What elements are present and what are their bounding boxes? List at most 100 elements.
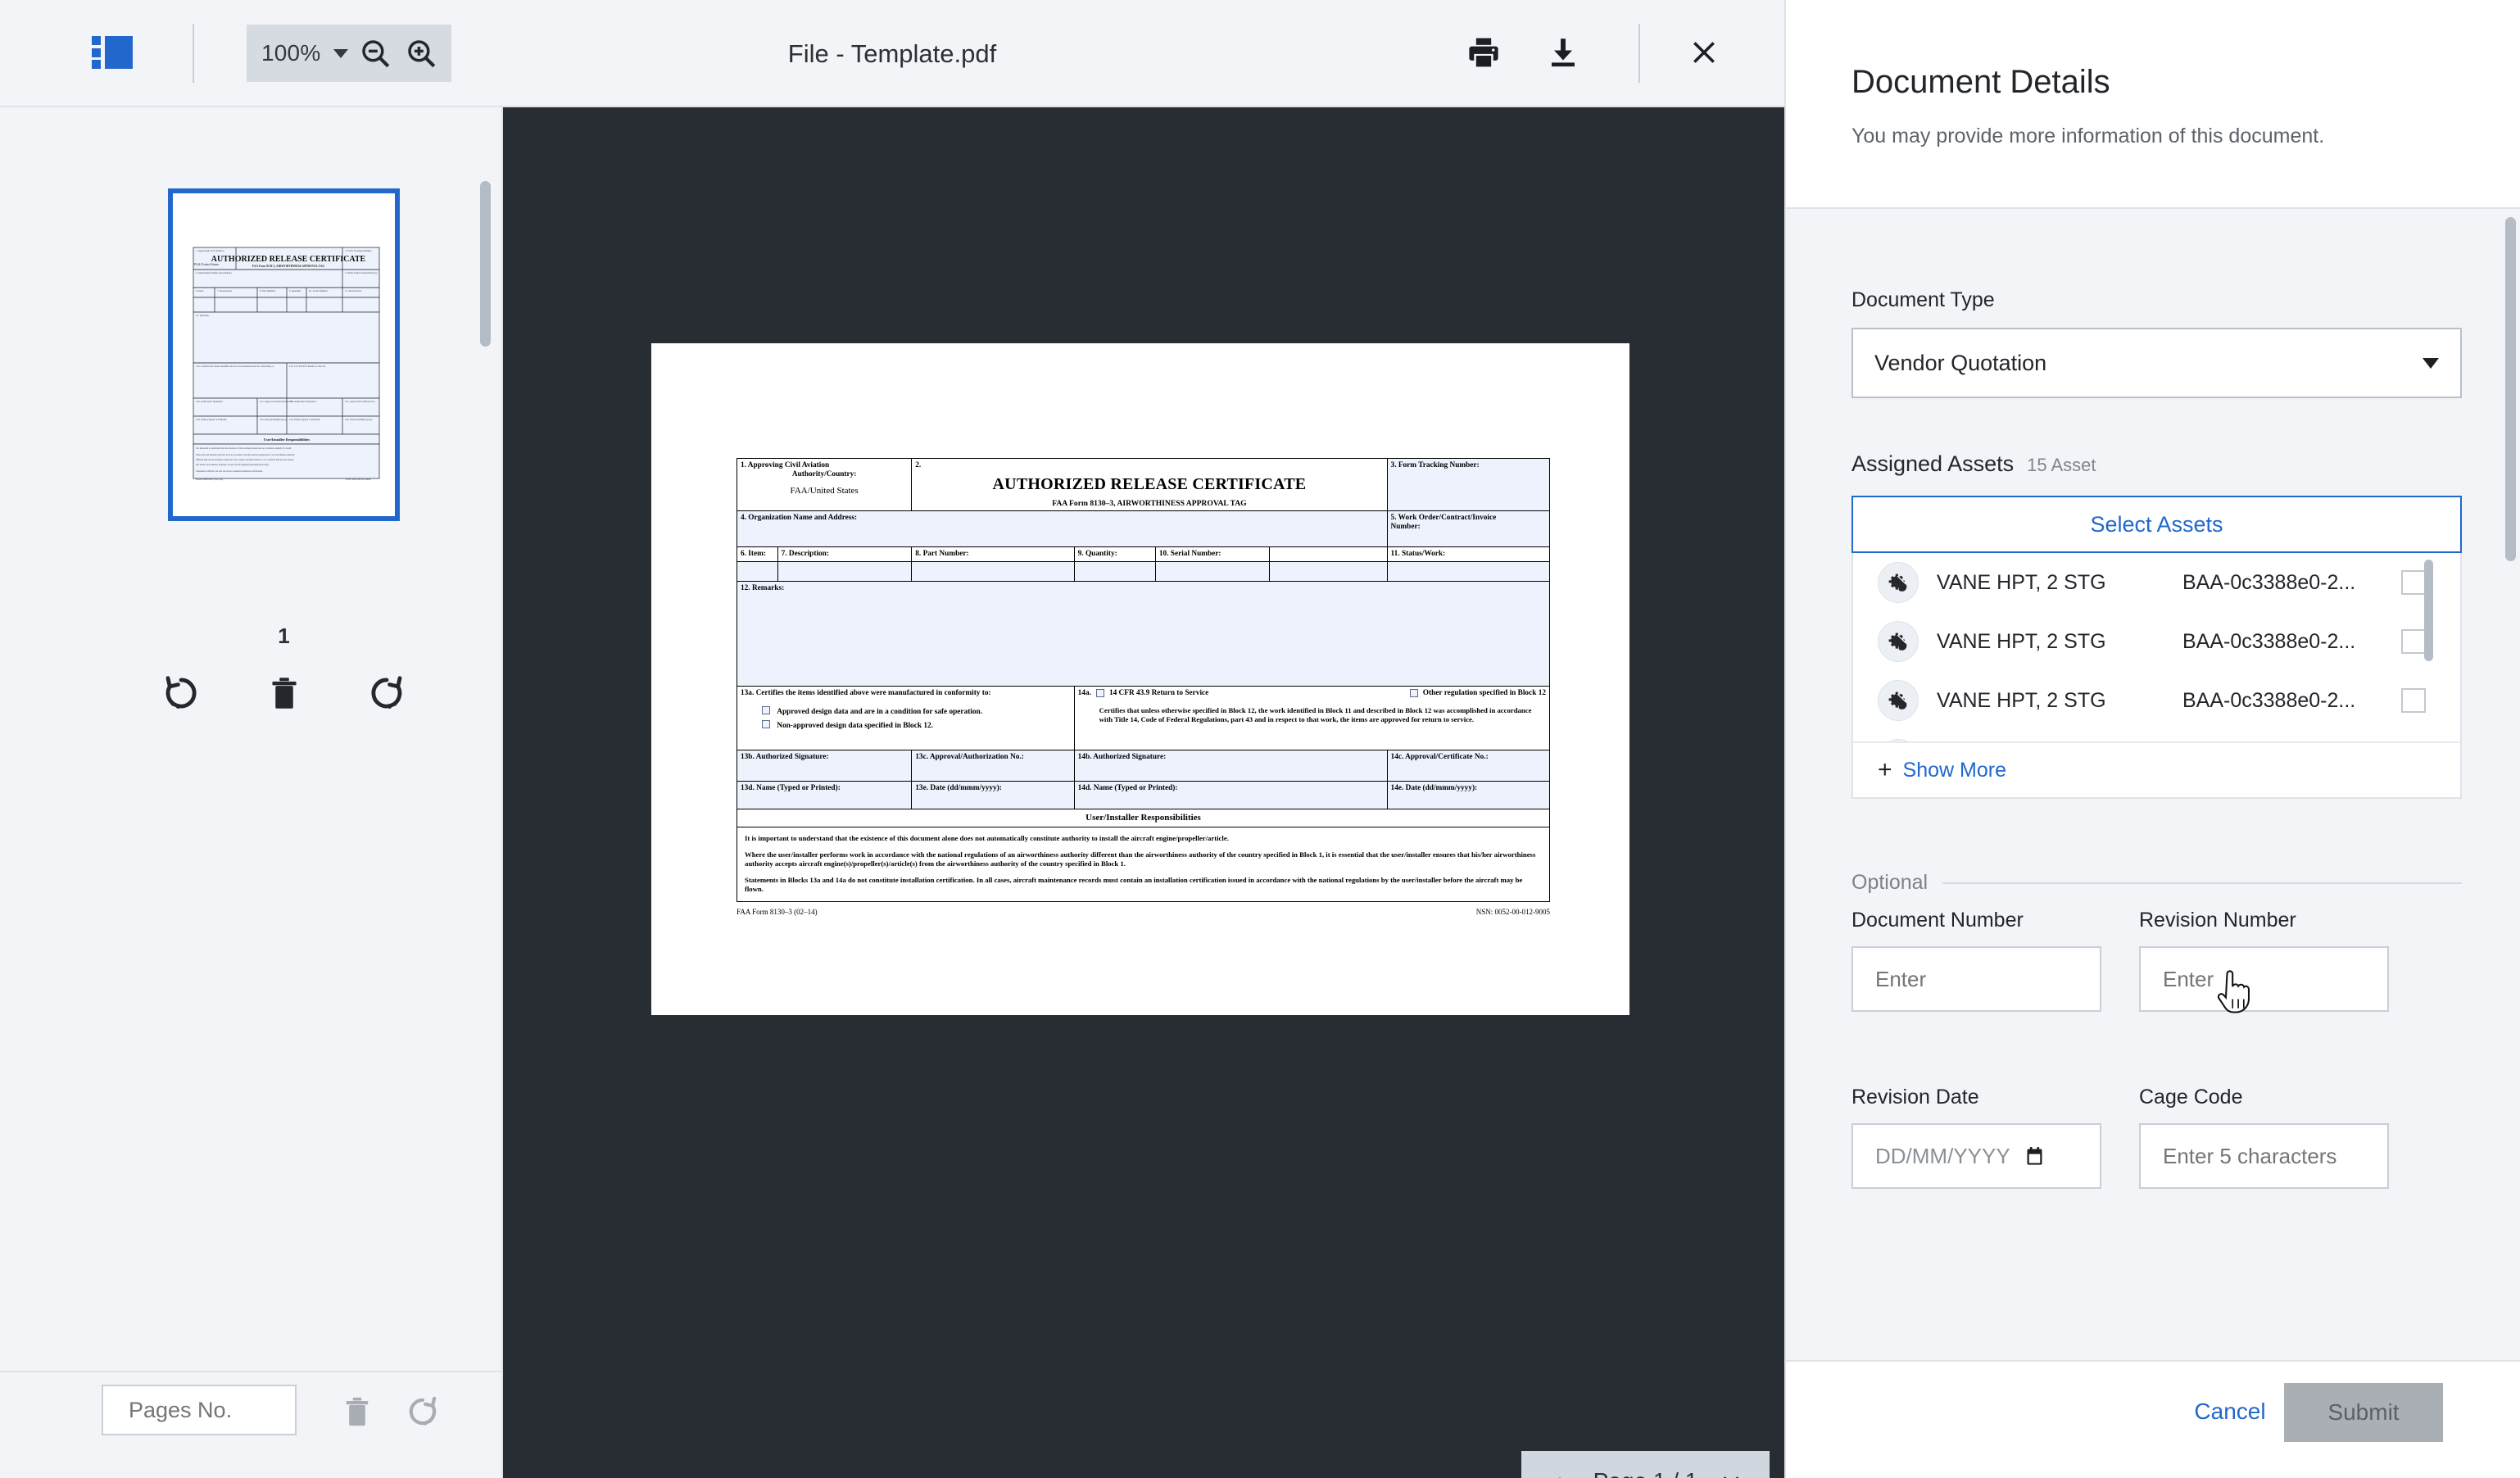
viewer-toolbar: 100% File - Template.pdf <box>0 0 1784 107</box>
engine-part-icon <box>1878 680 1919 721</box>
document-details-panel: Document Details You may provide more in… <box>1784 0 2520 1478</box>
plus-icon: + <box>1878 756 1892 783</box>
asset-name: VANE HPT, 2 STG <box>1937 570 2106 594</box>
show-more-button[interactable]: + Show More <box>1851 741 2462 799</box>
asset-checkbox[interactable] <box>2401 629 2426 654</box>
thumbnail-scrollbar[interactable] <box>480 181 491 347</box>
trash-icon[interactable] <box>259 668 310 719</box>
revision-date-placeholder: DD/MM/YYYY <box>1875 1143 2010 1168</box>
page-indicator: Page 1 / 1 <box>1593 1468 1698 1478</box>
document-canvas: 1. Approving Civil Aviation Authority/Co… <box>503 107 1784 1478</box>
toolbar-divider <box>1638 24 1640 83</box>
trash-icon[interactable] <box>336 1390 378 1433</box>
block14c-label: 14c. Approval/Certificate No.: <box>1390 752 1489 761</box>
block13d-label: 13d. Name (Typed or Printed): <box>741 783 841 792</box>
download-icon[interactable] <box>1540 29 1586 75</box>
svg-text:9. Quantity:: 9. Quantity: <box>289 289 301 292</box>
rotate-right-icon[interactable] <box>361 668 412 719</box>
list-item[interactable]: VANE HPT, 2 STG BAA-0c3388e0-2... <box>1853 730 2460 741</box>
block14a-checkbox-1[interactable] <box>1095 688 1104 697</box>
block13e-label: 13e. Date (dd/mmm/yyyy): <box>915 783 1002 792</box>
block13a-option-2: Non-approved design data specified in Bl… <box>777 721 933 730</box>
assigned-assets-count: 15 Asset <box>2027 455 2096 475</box>
responsibilities-p3: Statements in Blocks 13a and 14a do not … <box>745 876 1523 894</box>
list-item[interactable]: VANE HPT, 2 STG BAA-0c3388e0-2... <box>1853 553 2460 612</box>
zoom-level-value: 100% <box>261 40 321 66</box>
rotate-right-icon[interactable] <box>401 1390 444 1433</box>
svg-text:It is important to understand: It is important to understand that the e… <box>196 447 292 450</box>
list-item[interactable]: VANE HPT, 2 STG BAA-0c3388e0-2... <box>1853 671 2460 730</box>
block10-label: 10. Serial Number: <box>1158 549 1221 558</box>
sidebar-panel-icon[interactable] <box>92 33 133 72</box>
print-icon[interactable] <box>1461 29 1507 75</box>
calendar-icon[interactable] <box>2024 1145 2046 1167</box>
table-row: 6. Item: 7. Description: 8. Part Number:… <box>737 546 1551 562</box>
cage-code-label: Cage Code <box>2139 1086 2243 1108</box>
svg-text:that his/her airworthiness aut: that his/her airworthiness authority acc… <box>196 464 270 466</box>
list-item[interactable]: VANE HPT, 2 STG BAA-0c3388e0-2... <box>1853 612 2460 671</box>
cancel-button[interactable]: Cancel <box>2177 1389 2283 1435</box>
faa-form-8130-3: 1. Approving Civil Aviation Authority/Co… <box>736 458 1551 1007</box>
table-row: 13d. Name (Typed or Printed): 13e. Date … <box>736 780 1551 809</box>
zoom-in-icon[interactable] <box>402 34 440 72</box>
block6-label: 6. Item: <box>741 549 766 558</box>
engine-part-icon <box>1878 562 1919 603</box>
block14a-checkbox-2[interactable] <box>1409 688 1418 697</box>
asset-name: VANE HPT, 2 STG <box>1937 629 2106 653</box>
page-navigation: Page 1 / 1 <box>1521 1451 1770 1478</box>
document-number-field[interactable] <box>1851 946 2101 1012</box>
svg-text:AUTHORIZED RELEASE CERTIFICATE: AUTHORIZED RELEASE CERTIFICATE <box>211 255 366 264</box>
close-icon[interactable] <box>1681 29 1727 75</box>
block14a-label: 14a. <box>1077 688 1091 697</box>
assets-list: VANE HPT, 2 STG BAA-0c3388e0-2... VANE H… <box>1851 553 2462 741</box>
block1-label: 1. Approving Civil Aviation <box>741 461 830 469</box>
sidebar-toggle-dot <box>92 36 101 45</box>
block1-label2: Authority/Country: <box>791 469 857 478</box>
chevron-down-icon[interactable] <box>333 48 349 58</box>
block13a-checkbox-2[interactable] <box>762 719 770 728</box>
revision-number-field[interactable] <box>2139 946 2389 1012</box>
svg-text:6. Item:: 6. Item: <box>196 289 204 292</box>
sidebar-toggle-dots <box>92 36 101 69</box>
chevron-up-icon[interactable] <box>1546 1467 1574 1478</box>
page-subtitle: You may provide more information of this… <box>1851 125 2325 147</box>
page-title: Document Details <box>1851 64 2110 100</box>
responsibilities-p2: Where the user/installer performs work i… <box>745 850 1536 868</box>
form-footer: FAA Form 8130–3 (02–14) NSN: 0052-00-012… <box>737 902 1550 917</box>
svg-text:7. Description:: 7. Description: <box>217 289 233 292</box>
svg-text:13d. Name (Typed or Printed):: 13d. Name (Typed or Printed): <box>196 418 227 421</box>
divider <box>1942 882 2462 884</box>
cage-code-field[interactable] <box>2139 1123 2389 1189</box>
page-thumbnail[interactable]: AUTHORIZED RELEASE CERTIFICATE FAA Form … <box>168 188 400 521</box>
submit-button[interactable]: Submit <box>2284 1383 2443 1442</box>
block2-label: 2. <box>915 461 922 469</box>
chevron-down-icon[interactable] <box>1717 1467 1745 1478</box>
zoom-out-icon[interactable] <box>356 34 394 72</box>
asset-checkbox[interactable] <box>2401 688 2426 713</box>
details-header: Document Details You may provide more in… <box>1786 0 2520 209</box>
svg-text:12. Remarks:: 12. Remarks: <box>196 314 210 317</box>
table-row: 13a. Certifies the items identified abov… <box>737 685 1551 750</box>
assets-list-scrollbar[interactable] <box>2424 560 2433 661</box>
table-row: User/Installer Responsibilities <box>737 808 1550 827</box>
block13a-label: 13a. Certifies the items identified abov… <box>741 688 991 697</box>
document-type-value: Vendor Quotation <box>1874 350 2047 375</box>
form-footer-right: NSN: 0052-00-012-9005 <box>1475 908 1550 917</box>
block13b-label: 13b. Authorized Signature: <box>741 752 829 761</box>
pages-no-input[interactable] <box>102 1385 297 1435</box>
document-type-select[interactable]: Vendor Quotation <box>1851 328 2462 398</box>
svg-text:NSN: 0052-00-012-9005: NSN: 0052-00-012-9005 <box>346 478 371 481</box>
table-row: 4. Organization Name and Address: 5. Wor… <box>737 510 1551 547</box>
details-panel-scrollbar[interactable] <box>2505 217 2516 561</box>
form-footer-left: FAA Form 8130–3 (02–14) <box>737 908 818 917</box>
asset-id: BAA-0c3388e0-2... <box>2182 688 2356 712</box>
revision-date-field[interactable]: DD/MM/YYYY <box>1851 1123 2101 1189</box>
rotate-left-icon[interactable] <box>156 668 206 719</box>
svg-text:14a. 14 CFR 43.9 Return to Ser: 14a. 14 CFR 43.9 Return to Service <box>289 365 326 368</box>
responsibilities-header: User/Installer Responsibilities <box>1086 812 1201 823</box>
asset-checkbox[interactable] <box>2401 570 2426 595</box>
block13a-checkbox-1[interactable] <box>762 705 770 714</box>
revision-date-label: Revision Date <box>1851 1086 1979 1108</box>
select-assets-button[interactable]: Select Assets <box>1851 496 2462 553</box>
block14e-label: 14e. Date (dd/mmm/yyyy): <box>1390 783 1478 792</box>
